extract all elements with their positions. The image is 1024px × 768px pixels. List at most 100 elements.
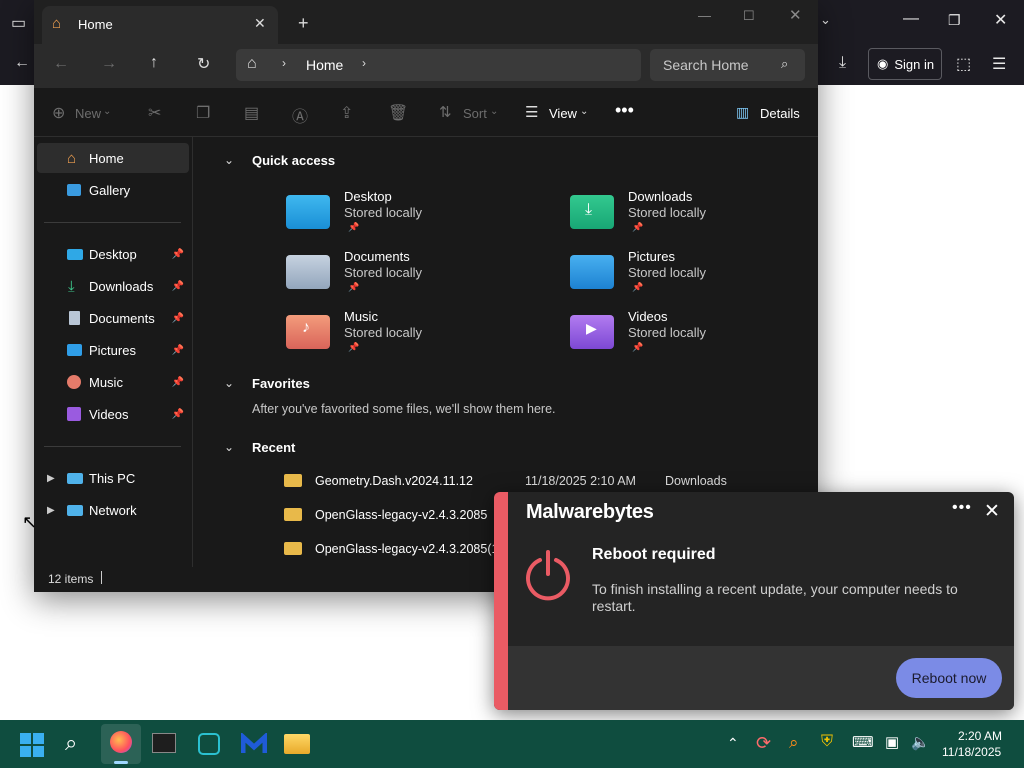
sidebar-item-network[interactable]: ▶ Network — [37, 495, 189, 525]
file-explorer-taskbar-icon[interactable] — [284, 734, 310, 754]
new-tab-icon[interactable]: + — [298, 13, 309, 34]
sidebar-item-downloads[interactable]: ⤓ Downloads 📌 — [37, 271, 189, 301]
tab-close-icon[interactable]: ✕ — [254, 15, 266, 32]
quick-access-item-pictures[interactable]: Pictures Stored locally 📌 — [570, 249, 810, 297]
sidebar-item-documents[interactable]: Documents 📌 — [37, 303, 189, 333]
notification-title: Reboot required — [592, 546, 716, 563]
copy-icon[interactable]: ❐ — [196, 103, 210, 123]
sidebar-item-pictures[interactable]: Pictures 📌 — [37, 335, 189, 365]
pin-icon: 📌 — [632, 222, 644, 232]
new-button[interactable]: New — [75, 106, 101, 121]
close-icon[interactable]: ✕ — [984, 500, 1000, 523]
new-chevron-icon: ⌄ — [103, 106, 112, 117]
item-sub: Stored locally — [628, 325, 707, 340]
volume-icon[interactable]: 🔈 — [911, 733, 930, 751]
pin-icon[interactable]: 📌 — [172, 249, 184, 260]
explorer-tab-home[interactable]: ⌂ Home ✕ — [42, 6, 278, 44]
explorer-minimize-icon[interactable]: — — [698, 8, 711, 23]
pin-icon[interactable]: 📌 — [172, 409, 184, 420]
quick-access-item-music[interactable]: ♪ Music Stored locally 📌 — [286, 309, 526, 357]
zip-folder-icon — [284, 542, 302, 555]
keyboard-icon[interactable]: ⌨ — [852, 733, 874, 751]
sidebar-item-home[interactable]: ⌂ Home — [37, 143, 189, 173]
sidebar-item-gallery[interactable]: Gallery — [37, 175, 189, 205]
browser-restore-icon[interactable]: ❐ — [948, 12, 961, 29]
pin-icon[interactable]: 📌 — [172, 345, 184, 356]
rename-icon[interactable]: Ⓐ — [292, 103, 308, 127]
start-icon[interactable] — [20, 733, 44, 757]
item-sub: Stored locally — [628, 205, 707, 220]
collapse-chevron-icon[interactable]: ⌄ — [224, 153, 234, 167]
expand-chevron-icon[interactable]: ▶ — [47, 505, 55, 516]
favorites-title[interactable]: Favorites — [252, 376, 310, 391]
quick-access-title[interactable]: Quick access — [252, 153, 335, 168]
quick-access-item-desktop[interactable]: Desktop Stored locally 📌 — [286, 189, 526, 237]
view-button[interactable]: View — [549, 106, 577, 121]
taskbar-firefox[interactable] — [101, 724, 141, 764]
sidebar-item-videos[interactable]: Videos 📌 — [37, 399, 189, 429]
browser-close-icon[interactable]: ✕ — [994, 10, 1007, 30]
explorer-maximize-icon[interactable]: ☐ — [743, 8, 755, 24]
extensions-icon[interactable]: ⬚ — [956, 54, 971, 74]
sort-button[interactable]: Sort — [463, 106, 487, 121]
security-shield-icon[interactable]: ⛨ — [821, 733, 833, 751]
network-icon[interactable]: ▣ — [885, 733, 899, 751]
more-options-icon[interactable]: ••• — [952, 499, 972, 517]
downloads-icon[interactable]: ⤓ — [839, 54, 846, 72]
recent-title[interactable]: Recent — [252, 440, 295, 455]
quick-access-item-documents[interactable]: Documents Stored locally 📌 — [286, 249, 526, 297]
browser-back-icon[interactable]: ← — [14, 54, 30, 72]
expand-chevron-icon[interactable]: ▶ — [47, 473, 55, 484]
forward-icon[interactable]: → — [101, 55, 117, 73]
back-icon[interactable]: ← — [53, 55, 69, 73]
collapse-chevron-icon[interactable]: ⌄ — [224, 376, 234, 390]
pictures-icon — [67, 344, 82, 356]
clock-date[interactable]: 11/18/2025 — [942, 745, 1001, 759]
browser-menu-icon[interactable]: ☰ — [992, 54, 1006, 74]
item-sub: Stored locally — [344, 325, 423, 340]
downloads-icon: ⤓ — [68, 277, 75, 295]
refresh-icon[interactable]: ↻ — [197, 54, 210, 74]
store-icon[interactable] — [198, 733, 220, 755]
crumb-chevron-icon[interactable]: › — [362, 56, 366, 70]
terminal-icon[interactable] — [152, 733, 176, 753]
sign-in-button[interactable]: ◉ Sign in — [868, 48, 942, 80]
search-icon[interactable]: ⌕ — [65, 730, 77, 756]
clock-time[interactable]: 2:20 AM — [958, 729, 1002, 743]
sort-icon: ⇅ — [439, 104, 452, 121]
breadcrumb-home[interactable]: Home — [306, 57, 343, 73]
quick-access-item-downloads[interactable]: ⤓ Downloads Stored locally 📌 — [570, 189, 810, 237]
show-hidden-icons-icon[interactable]: ⌃ — [727, 735, 739, 752]
sidebar-item-this-pc[interactable]: ▶ This PC — [37, 463, 189, 493]
taskbar: ⌕ ⌃ ⟳ ⌕ ⛨ ⌨ ▣ 🔈 2:20 AM 11/18/2025 — [0, 720, 1024, 768]
browser-minimize-icon[interactable]: — — [903, 10, 919, 28]
sidebar-label: Gallery — [89, 182, 131, 198]
pin-icon[interactable]: 📌 — [172, 281, 184, 292]
pin-icon[interactable]: 📌 — [172, 313, 184, 324]
tab-overflow-chevron-icon[interactable]: ⌄ — [820, 12, 831, 28]
sign-in-label: Sign in — [894, 56, 935, 72]
recent-name: Geometry.Dash.v2024.11.12 — [315, 474, 473, 488]
tab-list-icon[interactable]: ▭ — [11, 13, 26, 33]
paste-icon[interactable]: ▤ — [244, 103, 259, 123]
sidebar-item-music[interactable]: Music 📌 — [37, 367, 189, 397]
quick-access-item-videos[interactable]: ▶ Videos Stored locally 📌 — [570, 309, 810, 357]
sidebar-item-desktop[interactable]: Desktop 📌 — [37, 239, 189, 269]
share-icon[interactable]: ⇪ — [340, 103, 353, 123]
reboot-now-button[interactable]: Reboot now — [896, 658, 1002, 698]
explorer-close-icon[interactable]: ✕ — [789, 6, 802, 24]
cut-icon[interactable]: ✂ — [148, 103, 161, 123]
up-icon[interactable]: ↑ — [150, 54, 158, 72]
malwarebytes-tray-app-icon[interactable] — [240, 731, 268, 755]
sync-icon[interactable]: ⟳ — [756, 733, 771, 754]
address-bar[interactable]: ⌂ › Home › — [236, 49, 641, 81]
search-placeholder: Search Home — [663, 57, 749, 73]
more-options-icon[interactable]: ••• — [615, 100, 634, 121]
search-box[interactable]: Search Home ⌕ — [650, 49, 805, 81]
collapse-chevron-icon[interactable]: ⌄ — [224, 440, 234, 454]
pin-icon[interactable]: 📌 — [172, 377, 184, 388]
details-button[interactable]: Details — [760, 106, 800, 121]
delete-icon[interactable]: 🗑 — [388, 103, 408, 123]
search-tray-icon[interactable]: ⌕ — [789, 733, 799, 753]
recent-row[interactable]: Geometry.Dash.v2024.11.12 11/18/2025 2:1… — [284, 473, 814, 493]
